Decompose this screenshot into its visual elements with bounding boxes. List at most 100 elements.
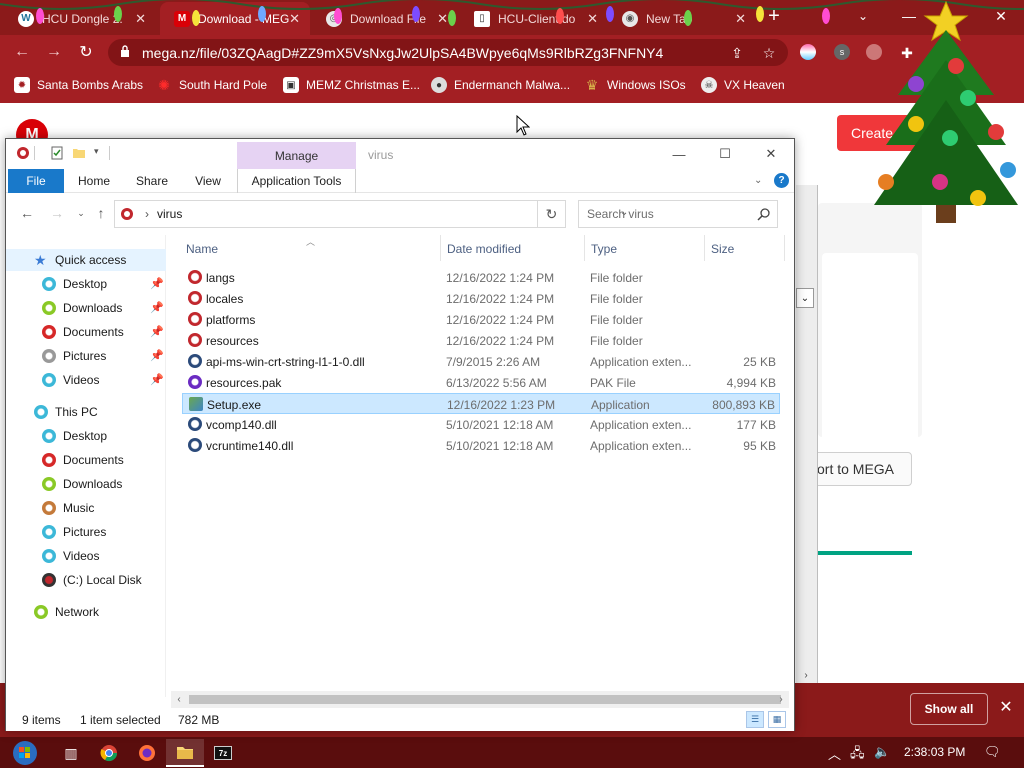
extensions-puzzle-icon[interactable]: ✚	[898, 44, 916, 62]
maximize-button[interactable]: ☐	[702, 139, 748, 169]
chevron-down-icon[interactable]: ⌄	[796, 288, 814, 308]
column-divider[interactable]	[584, 235, 585, 261]
nav-quick-access[interactable]: ★ Quick access	[6, 249, 166, 271]
show-all-downloads-button[interactable]: Show all	[910, 693, 988, 725]
file-row[interactable]: resources.pak 6/13/2022 5:56 AM PAK File…	[182, 372, 780, 393]
nav-pictures[interactable]: Pictures 📌	[6, 345, 166, 367]
network-icon[interactable]: 🖧	[850, 744, 865, 766]
tab-file[interactable]: File	[8, 169, 64, 193]
tab-home[interactable]: Home	[68, 169, 120, 193]
back-button[interactable]: ←	[10, 41, 34, 63]
nav-pc-documents[interactable]: Documents	[6, 449, 166, 471]
tab-mega-download[interactable]: M Download - MEG ✕	[160, 2, 310, 35]
tab-share[interactable]: Share	[124, 169, 180, 193]
task-view-icon[interactable]: ▥	[52, 739, 90, 767]
share-icon[interactable]: ⇪	[728, 44, 746, 62]
start-orb-icon[interactable]	[6, 739, 44, 767]
create-account-button[interactable]: Create	[837, 115, 927, 151]
bookmark-memz[interactable]: ▣ MEMZ Christmas E...	[283, 77, 420, 93]
pin-icon[interactable]: 📌	[150, 349, 164, 363]
column-name[interactable]: Name	[186, 242, 218, 256]
path-bar[interactable]: › virus ⌄	[114, 200, 628, 228]
close-icon[interactable]: ✕	[587, 11, 598, 27]
refresh-button[interactable]: ↻	[538, 200, 566, 228]
breadcrumb-folder[interactable]: virus	[157, 207, 182, 221]
nav-desktop[interactable]: Desktop 📌	[6, 273, 166, 295]
new-tab-button[interactable]: +	[758, 0, 790, 32]
tab-hcu-dongle[interactable]: W HCU Dongle 2. ✕	[4, 2, 156, 35]
nav-pc-desktop[interactable]: Desktop	[6, 425, 166, 447]
pin-icon[interactable]: 📌	[150, 325, 164, 339]
file-row[interactable]: langs 12/16/2022 1:24 PM File folder	[182, 267, 780, 288]
pin-icon[interactable]: 📌	[150, 301, 164, 315]
bookmark-windows-isos[interactable]: ♛ Windows ISOs	[584, 77, 686, 93]
help-icon[interactable]: ?	[774, 173, 789, 188]
properties-icon[interactable]	[50, 146, 64, 160]
recent-locations-icon[interactable]: ⌄	[72, 204, 90, 222]
file-row[interactable]: vcomp140.dll 5/10/2021 12:18 AM Applicat…	[182, 414, 780, 435]
pin-icon[interactable]: 📌	[150, 373, 164, 387]
scroll-left-icon[interactable]: ‹	[173, 693, 185, 706]
tab-manage[interactable]: Manage	[237, 142, 356, 170]
nav-pc-pictures[interactable]: Pictures	[6, 521, 166, 543]
scrollbar-thumb[interactable]	[189, 695, 781, 704]
firefox-icon[interactable]	[128, 739, 166, 767]
extension-flag-icon[interactable]	[800, 44, 816, 60]
close-icon[interactable]: ✕	[135, 11, 146, 27]
tab-new-tab[interactable]: ◉ New Tab ✕	[608, 2, 756, 35]
address-bar[interactable]: mega.nz/file/03ZQAagD#ZZ9mX5VsNxgJw2UlpS…	[108, 39, 788, 66]
app-virus-icon[interactable]	[16, 146, 30, 160]
nav-pc-music[interactable]: Music	[6, 497, 166, 519]
forward-button[interactable]: →	[48, 204, 66, 222]
tab-view[interactable]: View	[184, 169, 232, 193]
close-icon[interactable]: ✕	[437, 11, 448, 27]
profile-avatar-icon[interactable]	[866, 44, 882, 60]
file-row[interactable]: locales 12/16/2022 1:24 PM File folder	[182, 288, 780, 309]
volume-icon[interactable]: 🔈	[874, 744, 890, 760]
tab-search-button[interactable]: ⌄	[840, 0, 886, 32]
customize-toolbar-icon[interactable]: ▾	[94, 146, 108, 160]
system-clock[interactable]: 2:38:03 PM	[904, 745, 965, 759]
reload-button[interactable]: ↻	[74, 41, 98, 63]
close-window-button[interactable]: ✕	[978, 0, 1024, 32]
scroll-right-icon[interactable]: ›	[775, 693, 787, 706]
column-divider[interactable]	[440, 235, 441, 261]
bookmark-endermanch[interactable]: ● Endermanch Malwa...	[431, 77, 570, 93]
column-size[interactable]: Size	[711, 242, 734, 256]
column-date-modified[interactable]: Date modified	[447, 242, 521, 256]
chevron-right-icon[interactable]: ›	[145, 207, 149, 221]
notifications-icon[interactable]: 🗨	[984, 744, 1001, 760]
tab-hcu-client[interactable]: ▯ HCU-Client do ✕	[460, 2, 608, 35]
file-row-selected[interactable]: Setup.exe 12/16/2022 1:23 PM Application…	[182, 393, 780, 414]
file-row[interactable]: resources 12/16/2022 1:24 PM File folder	[182, 330, 780, 351]
column-divider[interactable]	[704, 235, 705, 261]
search-input[interactable]: Search virus	[578, 200, 778, 228]
column-type[interactable]: Type	[591, 242, 617, 256]
chevron-right-icon[interactable]: ›	[796, 665, 816, 685]
up-button[interactable]: ↑	[92, 204, 110, 222]
horizontal-scrollbar[interactable]: ‹ ›	[171, 691, 789, 708]
tab-application-tools[interactable]: Application Tools	[237, 169, 356, 193]
bookmark-star-icon[interactable]: ☆	[760, 44, 778, 62]
tab-download-file[interactable]: ◎ Download File ✕	[312, 2, 458, 35]
new-folder-icon[interactable]	[72, 146, 86, 160]
nav-videos[interactable]: Videos 📌	[6, 369, 166, 391]
close-window-button[interactable]: ✕	[748, 139, 794, 169]
details-view-icon[interactable]: ☰	[746, 711, 764, 728]
file-row[interactable]: vcruntime140.dll 5/10/2021 12:18 AM Appl…	[182, 435, 780, 456]
close-icon[interactable]: ✕	[998, 699, 1014, 716]
back-button[interactable]: ←	[18, 204, 36, 222]
bookmark-santa-bombs[interactable]: ✹ Santa Bombs Arabs	[14, 77, 143, 93]
close-icon[interactable]: ✕	[735, 11, 746, 27]
file-row[interactable]: api-ms-win-crt-string-l1-1-0.dll 7/9/201…	[182, 351, 780, 372]
nav-documents[interactable]: Documents 📌	[6, 321, 166, 343]
minimize-button[interactable]: —	[886, 0, 932, 32]
minimize-button[interactable]: —	[656, 139, 702, 169]
close-icon[interactable]: ✕	[289, 11, 300, 27]
7zip-icon[interactable]: 7z	[204, 739, 242, 767]
expand-ribbon-icon[interactable]: ⌄	[754, 175, 762, 186]
nav-this-pc[interactable]: This PC	[6, 401, 166, 423]
file-row[interactable]: platforms 12/16/2022 1:24 PM File folder	[182, 309, 780, 330]
import-to-mega-button[interactable]: ort to MEGA	[806, 452, 912, 486]
large-icons-view-icon[interactable]: ▦	[768, 711, 786, 728]
